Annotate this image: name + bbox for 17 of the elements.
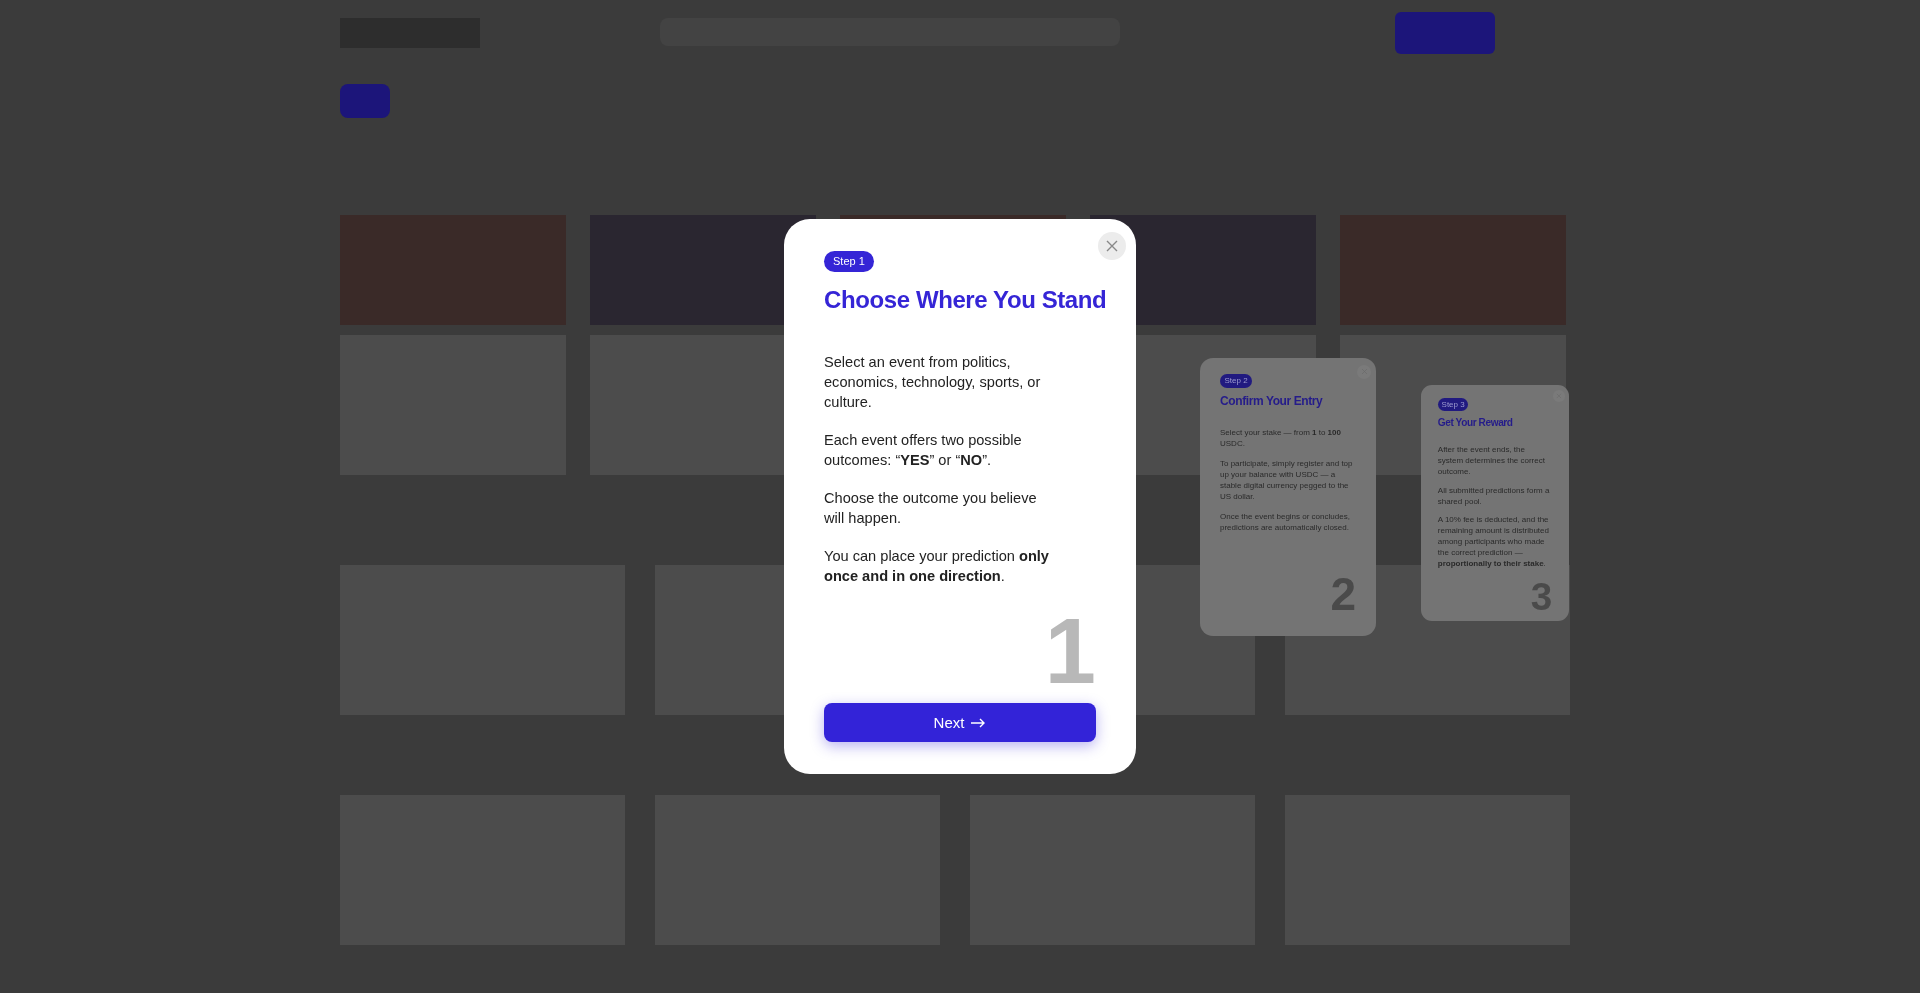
close-icon: [1105, 239, 1119, 253]
step-paragraph: You can place your prediction only once and in one direction.: [824, 547, 1050, 587]
arrow-right-icon: [970, 717, 987, 728]
step-badge: Step 2: [1220, 374, 1253, 388]
step-badge: Step 3: [1437, 398, 1469, 412]
step-numeral: 1: [1044, 605, 1096, 698]
step-title: Choose Where You Stand: [824, 285, 1108, 316]
step-paragraph: All submitted predictions form a shared pool.: [1437, 485, 1551, 508]
step-title: Get Your Reward: [1437, 416, 1514, 430]
step-paragraph: Each event offers two possible outcomes: “YES” or “NO”.: [824, 431, 1023, 471]
step-title: Confirm Your Entry: [1220, 393, 1324, 410]
step-paragraph: Select an event from politics, economics, technology, sports, or culture.: [824, 353, 1042, 413]
close-button[interactable]: [1098, 232, 1126, 260]
step-paragraph: Choose the outcome you believe will happen.: [824, 489, 1038, 529]
step-paragraph: After the event ends, the system determines the correct outcome.: [1437, 445, 1546, 479]
next-button[interactable]: Next: [824, 703, 1096, 742]
step-badge: Step 1: [824, 251, 874, 273]
